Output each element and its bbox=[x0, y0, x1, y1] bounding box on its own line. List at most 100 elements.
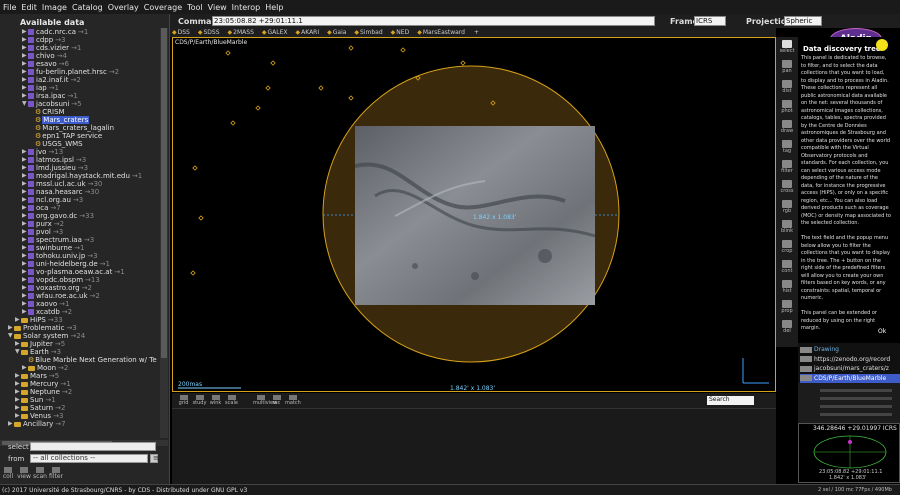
menu-item-edit[interactable]: Edit bbox=[21, 3, 37, 12]
tool-dist-button[interactable]: dist bbox=[778, 79, 796, 97]
tool-del-button[interactable]: del bbox=[778, 319, 796, 337]
tree-item[interactable]: ▶ ncl.org.au →3 bbox=[22, 196, 83, 204]
tool-filter-button[interactable]: filter bbox=[778, 159, 796, 177]
tree-item[interactable]: ▶ xaovo →1 bbox=[22, 300, 69, 308]
tool-hist-button[interactable]: hist bbox=[778, 279, 796, 297]
tree-item[interactable]: ▶ Moon →2 bbox=[22, 364, 68, 372]
help-ok-button[interactable]: Ok bbox=[878, 328, 886, 335]
view-match-button[interactable]: match bbox=[285, 395, 301, 406]
tree-item[interactable]: ▶ HiPS →33 bbox=[15, 316, 63, 324]
tree-item[interactable]: ▶ esavo →6 bbox=[22, 60, 69, 68]
menu-item-overlay[interactable]: Overlay bbox=[108, 3, 139, 12]
plane-stack-item[interactable]: https://zenodo.org/record bbox=[800, 355, 900, 364]
view-rec-button[interactable]: rec bbox=[269, 395, 284, 406]
tree-item[interactable]: ▶ cadc.nrc.ca →1 bbox=[22, 28, 88, 36]
hips-shortcut-akari[interactable]: ◆AKARI bbox=[296, 29, 324, 36]
tree-item[interactable]: ▶ Venus →3 bbox=[15, 412, 63, 420]
hips-shortcut-2mass[interactable]: ◆2MASS bbox=[228, 29, 258, 36]
tree-item[interactable]: ⚙ CRISM bbox=[29, 108, 67, 116]
hips-shortcut-sdss[interactable]: ◆SDSS bbox=[198, 29, 224, 36]
tree-item[interactable]: ▶ swinburne →1 bbox=[22, 244, 84, 252]
tree-item[interactable]: ▶ cdpp →3 bbox=[22, 36, 66, 44]
tree-item[interactable]: ▶ Neptune →2 bbox=[15, 388, 72, 396]
slider-size[interactable] bbox=[820, 397, 892, 400]
menu-item-interop[interactable]: Interop bbox=[232, 3, 261, 12]
tool-pan-button[interactable]: pan bbox=[778, 59, 796, 77]
menu-item-view[interactable]: View bbox=[208, 3, 227, 12]
tree-item[interactable]: ⚙ Blue Marble Next Generation w/ Te bbox=[22, 356, 159, 364]
tree-item[interactable]: ▶ Mercury →1 bbox=[15, 380, 71, 388]
menu-item-tool[interactable]: Tool bbox=[187, 3, 203, 12]
view-multiview-button[interactable]: multiview bbox=[253, 395, 277, 406]
tree-item[interactable]: ▶ iap →1 bbox=[22, 84, 59, 92]
plane-stack-item[interactable]: Drawing bbox=[800, 345, 900, 354]
overview-map[interactable]: 346.28646 +29.01997 ICRS 23:05:08.82 +29… bbox=[798, 423, 900, 483]
tree-item[interactable]: ▶ ia2.inaf.it →2 bbox=[22, 76, 81, 84]
view-grid-button[interactable]: grid bbox=[176, 395, 191, 406]
tree-item[interactable]: ▶ nasa.heasarc →30 bbox=[22, 188, 99, 196]
tool-phot-button[interactable]: phot bbox=[778, 99, 796, 117]
tree-item[interactable]: ⚙ Mars_craters_lagalin bbox=[29, 124, 116, 132]
tree-item[interactable]: ▶ org.gavo.dc →33 bbox=[22, 212, 94, 220]
tree-scrollbar[interactable] bbox=[160, 28, 168, 438]
tree-item[interactable]: ▶ Ancillary →7 bbox=[8, 420, 66, 428]
tree-item[interactable]: ▶ madrigal.haystack.mit.edu →1 bbox=[22, 172, 142, 180]
hips-shortcut-gaia[interactable]: ◆Gaia bbox=[327, 29, 350, 36]
tree-item[interactable]: ▶ irsa.ipac →1 bbox=[22, 92, 78, 100]
menu-item-help[interactable]: Help bbox=[265, 3, 283, 12]
tree-item[interactable]: ▶ fu-berlin.planet.hrsc →2 bbox=[22, 68, 119, 76]
tree-item[interactable]: ▶ jvo →13 bbox=[22, 148, 63, 156]
sky-view[interactable]: CDS/P/Earth/BlueMarble 1.842 x 1.083' 20… bbox=[172, 37, 776, 392]
tree-view-button[interactable]: view bbox=[16, 466, 32, 484]
projection-select[interactable]: Spheric bbox=[784, 16, 822, 26]
tool-select-button[interactable]: select bbox=[778, 39, 796, 57]
tool-rgb-button[interactable]: rgb bbox=[778, 199, 796, 217]
menu-item-coverage[interactable]: Coverage bbox=[144, 3, 182, 12]
tree-item[interactable]: ▶ voxastro.org →2 bbox=[22, 284, 92, 292]
plane-stack-item[interactable]: CDS/P/Earth/BlueMarble bbox=[800, 373, 900, 383]
hips-shortcut-marseastward[interactable]: ◆MarsEastward bbox=[417, 29, 469, 36]
tree-item[interactable]: ▶ lmd.jussieu →3 bbox=[22, 164, 88, 172]
command-input[interactable]: 23:05:08.82 +29:01:11.1 bbox=[212, 16, 655, 26]
tree-item[interactable]: ▶ xcatdb →2 bbox=[22, 308, 72, 316]
view-study-button[interactable]: study bbox=[192, 395, 207, 406]
tree-item[interactable]: ⚙ USGS_WMS bbox=[29, 140, 85, 148]
tool-tag-button[interactable]: tag bbox=[778, 139, 796, 157]
menu-item-catalog[interactable]: Catalog bbox=[72, 3, 103, 12]
tool-cross-button[interactable]: cross bbox=[778, 179, 796, 197]
hips-shortcut-dss[interactable]: ◆DSS bbox=[172, 29, 194, 36]
select-input[interactable] bbox=[30, 442, 156, 451]
tool-blink-button[interactable]: blink bbox=[778, 219, 796, 237]
tree-item[interactable]: ▶ purx →2 bbox=[22, 220, 64, 228]
search-input[interactable]: Search bbox=[707, 396, 754, 405]
tree-scan-button[interactable]: scan bbox=[32, 466, 48, 484]
from-select[interactable]: -- all collections -- bbox=[30, 454, 148, 463]
tree-item[interactable]: ▶ Saturn →2 bbox=[15, 404, 65, 412]
tree-item[interactable]: ⚙ Mars_craters bbox=[29, 116, 91, 124]
tool-prop-button[interactable]: prop bbox=[778, 299, 796, 317]
tree-item[interactable]: ▶ spectrum.iaa →3 bbox=[22, 236, 94, 244]
plane-stack-item[interactable]: jacobsuni/mars_craters/z bbox=[800, 364, 900, 373]
tree-item[interactable]: ▶ cds.vizier →1 bbox=[22, 44, 81, 52]
tree-item[interactable]: ▶ tohoku.univ.jp →3 bbox=[22, 252, 98, 260]
menu-item-file[interactable]: File bbox=[3, 3, 16, 12]
tree-item[interactable]: ▶ latmos.ipsl →3 bbox=[22, 156, 86, 164]
filter-menu-button[interactable]: ≡ bbox=[150, 454, 159, 463]
tree-item[interactable]: ▶ Mars →5 bbox=[15, 372, 59, 380]
tree-item[interactable]: ▶ uni-heidelberg.de →1 bbox=[22, 260, 110, 268]
hips-shortcut-simbad[interactable]: ◆Simbad bbox=[354, 29, 386, 36]
tree-item[interactable]: ▶ vopdc.obspm →13 bbox=[22, 276, 100, 284]
menu-item-image[interactable]: Image bbox=[42, 3, 67, 12]
tree-item[interactable]: ▶ wfau.roe.ac.uk →2 bbox=[22, 292, 100, 300]
view-wink-button[interactable]: wink bbox=[208, 395, 223, 406]
hips-shortcut-+[interactable]: + bbox=[473, 29, 483, 36]
tree-filter-button[interactable]: filter bbox=[48, 466, 64, 484]
tree-item[interactable]: ▶ oca →7 bbox=[22, 204, 61, 212]
tree-item[interactable]: ▶ Jupiter →5 bbox=[15, 340, 65, 348]
view-scale-button[interactable]: scale bbox=[224, 395, 239, 406]
slider-zoom[interactable] bbox=[820, 405, 892, 408]
slider-opacity[interactable] bbox=[820, 389, 892, 392]
scrollbar-thumb[interactable] bbox=[161, 28, 167, 358]
tree-item[interactable]: ▶ Sun →1 bbox=[15, 396, 56, 404]
tool-draw-button[interactable]: draw bbox=[778, 119, 796, 137]
